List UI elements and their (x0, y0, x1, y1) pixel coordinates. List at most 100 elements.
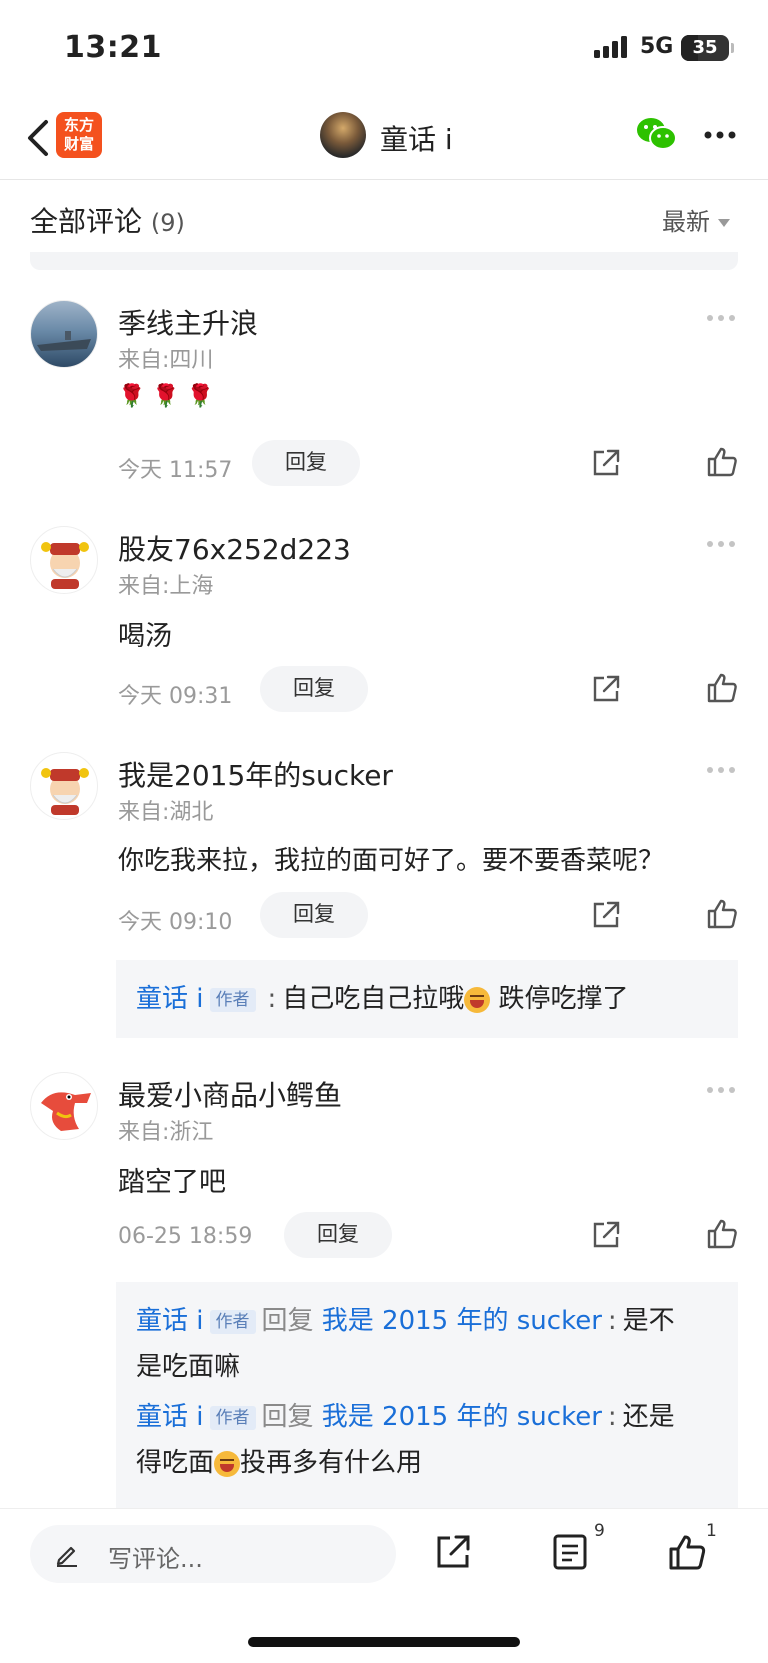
cellular-signal-icon (594, 36, 627, 58)
comment-body: 你吃我来拉，我拉的面可好了。要不要香菜呢？ (118, 846, 665, 876)
author-badge: 作者 (209, 1309, 256, 1334)
share-icon[interactable] (434, 1533, 472, 1571)
sub-reply: 童话 i 作者 回复 我是 2015 年的 sucker: 是不 是吃面嘛 (136, 1306, 675, 1382)
user-name[interactable]: 我是2015年的sucker (118, 754, 393, 794)
user-name[interactable]: 季线主升浪 (118, 302, 258, 342)
sub-reply: 童话 i 作者 回复 我是 2015 年的 sucker: 还是 得吃面 投再多有什么用 (136, 1402, 675, 1478)
comment-time: 今天 09:31 (118, 684, 233, 709)
status-time: 13:21 (64, 30, 162, 65)
reply-word: 回复 (261, 1402, 314, 1432)
reply-thread: 童话 i 作者: 自己吃自己拉哦 跌停吃撑了 (116, 960, 738, 1038)
wechat-icon[interactable] (636, 116, 678, 152)
user-location: 来自:上海 (118, 574, 214, 599)
user-avatar[interactable] (30, 526, 98, 594)
user-avatar[interactable] (30, 1072, 98, 1140)
comment-input[interactable]: 写评论... (30, 1525, 396, 1583)
reply-thread: 童话 i 作者 回复 我是 2015 年的 sucker: 是不 是吃面嘛 童话 i 作者… (116, 1282, 738, 1512)
share-icon[interactable] (590, 673, 622, 705)
comment-item: 季线主升浪 来自:四川 🌹 🌹 🌹 今天 11:57 回复 (0, 300, 768, 500)
reply-button[interactable]: 回复 (260, 666, 368, 712)
grin-emoji-icon (464, 986, 491, 1013)
author-title[interactable]: 童话 i (380, 118, 453, 158)
ship-avatar-icon (37, 331, 91, 351)
comments-count: (9) (150, 209, 185, 237)
reply-button[interactable]: 回复 (284, 1212, 392, 1258)
reply-target[interactable]: 我是 2015 年的 sucker (322, 1402, 602, 1432)
reply-text: 跌停吃撑了 (498, 984, 629, 1014)
sort-label: 最新 (662, 208, 710, 236)
thumbs-up-icon[interactable] (706, 1218, 738, 1250)
more-dots-icon[interactable] (704, 130, 736, 140)
comment-list-icon[interactable] (552, 1533, 588, 1571)
reply-author[interactable]: 童话 i (136, 1306, 204, 1336)
reply-text: 还是 (622, 1402, 675, 1432)
reply-target[interactable]: 我是 2015 年的 sucker (322, 1306, 602, 1336)
comment-body: 踏空了吧 (118, 1167, 226, 1198)
reply-text: 是不 (622, 1306, 675, 1336)
crocodile-avatar-icon (41, 1092, 91, 1131)
user-name[interactable]: 最爱小商品小鳄鱼 (118, 1074, 342, 1114)
sort-dropdown[interactable]: 最新 (662, 202, 730, 237)
nav-bar: 东方 财富 童话 i (0, 96, 768, 180)
user-avatar[interactable] (30, 300, 98, 368)
share-icon[interactable] (590, 1219, 622, 1251)
network-type: 5G (640, 34, 674, 59)
comment-time: 06-25 18:59 (118, 1224, 253, 1249)
author-badge: 作者 (209, 987, 256, 1012)
pencil-icon (56, 1546, 77, 1567)
more-dots-icon[interactable] (706, 540, 736, 548)
comment-item: 股友76x252d223 来自:上海 喝汤 今天 09:31 回复 (0, 526, 768, 726)
reply-author[interactable]: 童话 i (136, 984, 204, 1014)
battery-level: 35 (692, 37, 718, 58)
comments-label: 全部评论 (9) (30, 200, 185, 240)
thumbs-up-icon[interactable] (706, 446, 738, 478)
comment-body: 🌹 🌹 🌹 (118, 384, 215, 409)
comment-count-badge: 9 (594, 1521, 605, 1541)
comment-time: 今天 11:57 (118, 458, 233, 483)
caishen-avatar-icon (41, 542, 89, 589)
more-dots-icon[interactable] (706, 314, 736, 322)
comment-placeholder: 写评论... (108, 1545, 203, 1573)
thumbs-up-icon[interactable] (706, 898, 738, 930)
section-divider (30, 252, 738, 270)
author-avatar[interactable] (320, 112, 366, 158)
reply-text: 是吃面嘛 (136, 1352, 241, 1382)
share-icon[interactable] (590, 899, 622, 931)
user-name[interactable]: 股友76x252d223 (118, 528, 351, 568)
comments-header: 全部评论 (9) 最新 (0, 180, 768, 252)
bottom-bar: 写评论... 9 1 (0, 1508, 768, 1663)
more-dots-icon[interactable] (706, 1086, 736, 1094)
reply-text: 投再多有什么用 (240, 1448, 423, 1478)
grin-emoji-icon (214, 1450, 241, 1477)
user-avatar[interactable] (30, 752, 98, 820)
reply-button[interactable]: 回复 (252, 440, 360, 486)
caret-down-icon (718, 219, 730, 227)
status-bar: 13:21 5G 35 (0, 0, 768, 96)
battery-icon: 35 (681, 35, 734, 61)
caishen-avatar-icon (41, 768, 89, 815)
comment-time: 今天 09:10 (118, 910, 233, 935)
comment-item: 我是2015年的sucker 来自:湖北 你吃我来拉，我拉的面可好了。要不要香菜… (0, 752, 768, 1042)
sub-reply: 童话 i 作者: 自己吃自己拉哦 跌停吃撑了 (136, 984, 629, 1014)
user-location: 来自:四川 (118, 348, 214, 373)
reply-text: 得吃面 (136, 1448, 215, 1478)
like-count-badge: 1 (706, 1521, 717, 1541)
comment-item: 最爱小商品小鳄鱼 来自:浙江 踏空了吧 06-25 18:59 回复 童话 i作… (0, 1072, 768, 1512)
more-dots-icon[interactable] (706, 766, 736, 774)
home-indicator (248, 1637, 520, 1647)
reply-word: 回复 (261, 1306, 314, 1336)
comment-body: 喝汤 (118, 621, 172, 652)
reply-button[interactable]: 回复 (260, 892, 368, 938)
author-badge: 作者 (209, 1405, 256, 1430)
app-logo[interactable]: 东方 财富 (56, 112, 102, 158)
thumbs-up-icon[interactable] (706, 672, 738, 704)
logo-text-bottom: 财富 (63, 135, 94, 153)
user-location: 来自:湖北 (118, 800, 214, 825)
reply-text: 自己吃自己拉哦 (282, 984, 465, 1014)
comments-title: 全部评论 (30, 205, 143, 238)
reply-author[interactable]: 童话 i (136, 1402, 204, 1432)
share-icon[interactable] (590, 447, 622, 479)
thumbs-up-icon[interactable] (668, 1533, 706, 1571)
logo-text-top: 东方 (63, 116, 94, 134)
back-chevron-icon[interactable] (18, 114, 58, 162)
